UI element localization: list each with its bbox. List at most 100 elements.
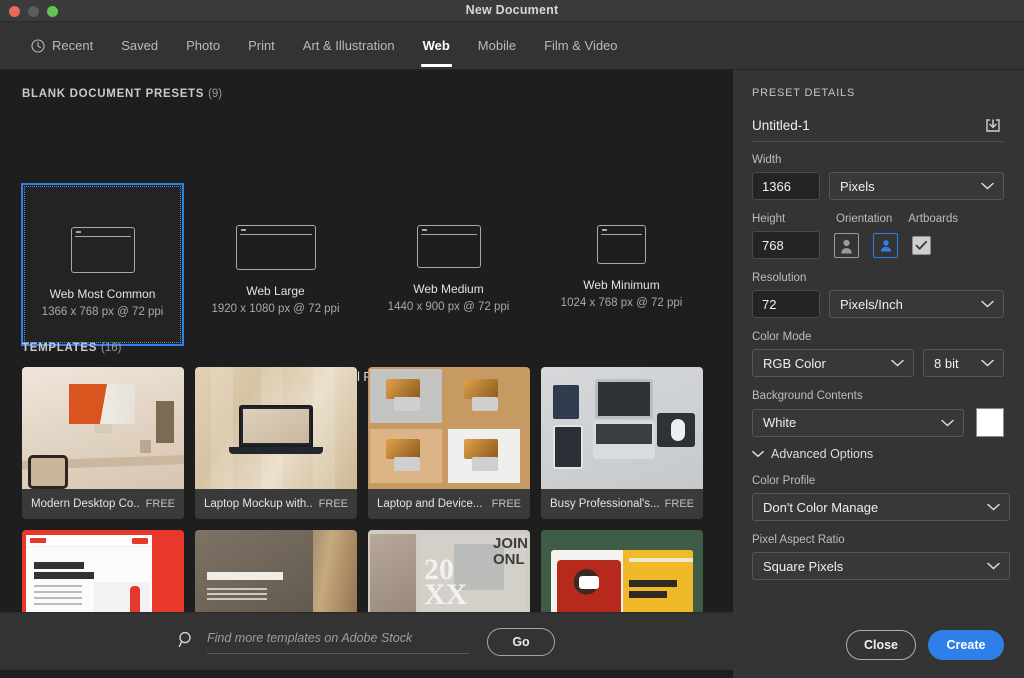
- tab-mobile[interactable]: Mobile: [464, 22, 530, 70]
- close-button[interactable]: Close: [846, 630, 916, 660]
- background-contents-label: Background Contents: [752, 390, 863, 402]
- chevron-down-icon: [981, 182, 994, 190]
- orientation-label: Orientation: [836, 213, 893, 225]
- height-controls: [752, 231, 1004, 259]
- portrait-orientation-button[interactable]: [834, 232, 859, 258]
- go-button[interactable]: Go: [487, 627, 555, 656]
- templates-heading: TEMPLATES (16): [22, 342, 121, 354]
- resolution-unit-select[interactable]: Pixels/Inch: [829, 290, 1004, 318]
- color-profile-value: Don't Color Manage: [763, 499, 879, 515]
- browser-window-icon: [70, 227, 135, 273]
- template-caption: Modern Desktop Co... FREE: [22, 489, 184, 519]
- pixel-aspect-ratio-select[interactable]: Square Pixels: [752, 552, 1010, 580]
- chevron-down-icon: [981, 300, 994, 308]
- template-card[interactable]: [195, 530, 357, 612]
- tab-label: Print: [248, 38, 275, 53]
- chevron-down-icon: [987, 562, 1000, 570]
- tab-print[interactable]: Print: [234, 22, 289, 70]
- template-card[interactable]: 20XX JOINONL www.example.comexample.com: [368, 530, 530, 612]
- template-card[interactable]: [541, 530, 703, 612]
- advanced-options-toggle[interactable]: Advanced Options: [752, 447, 873, 461]
- resolution-controls: Pixels/Inch: [752, 290, 1004, 318]
- resolution-input[interactable]: [752, 290, 820, 318]
- template-thumbnail: [541, 530, 703, 612]
- chevron-down-icon: [891, 359, 904, 367]
- template-thumbnail: [22, 530, 184, 612]
- artboards-label: Artboards: [908, 213, 959, 225]
- bit-depth-select[interactable]: 8 bit: [923, 349, 1004, 377]
- preset-card-web-most-common[interactable]: Web Most Common 1366 x 768 px @ 72 ppi: [21, 183, 184, 346]
- save-preset-icon[interactable]: [982, 115, 1004, 137]
- preset-card-web-large[interactable]: Web Large 1920 x 1080 px @ 72 ppi: [194, 183, 357, 346]
- template-card[interactable]: Laptop and Device... FREE: [368, 367, 530, 519]
- landscape-orientation-button[interactable]: [873, 232, 898, 258]
- preset-card-web-medium[interactable]: Web Medium 1440 x 900 px @ 72 ppi: [367, 183, 530, 346]
- template-caption: Laptop and Device... FREE: [368, 489, 530, 519]
- preset-size: 1440 x 900 px @ 72 ppi: [387, 301, 510, 313]
- window-title: New Document: [465, 3, 559, 17]
- color-mode-row: Color Mode RGB Color 8 bit: [752, 331, 1004, 377]
- width-unit-select[interactable]: Pixels: [829, 172, 1004, 200]
- tab-label: Saved: [121, 38, 159, 53]
- preset-card-web-minimum[interactable]: Web Minimum 1024 x 768 px @ 72 ppi: [540, 183, 703, 346]
- template-title: Busy Professional's...: [550, 498, 659, 510]
- template-badge: FREE: [145, 498, 175, 510]
- preset-list: Web Most Common 1366 x 768 px @ 72 ppi W…: [21, 183, 713, 346]
- background-contents-controls: White: [752, 408, 1004, 437]
- create-button[interactable]: Create: [928, 630, 1004, 660]
- blank-document-presets-heading: BLANK DOCUMENT PRESETS (9): [22, 88, 222, 100]
- color-profile-row: Color Profile Don't Color Manage: [752, 475, 1010, 521]
- tab-label: Recent: [52, 38, 94, 53]
- content-scrollbar-track[interactable]: [719, 76, 729, 612]
- template-card[interactable]: Busy Professional's... FREE: [541, 367, 703, 519]
- artboards-checkbox[interactable]: [912, 235, 931, 255]
- template-badge: FREE: [664, 498, 694, 510]
- color-profile-select[interactable]: Don't Color Manage: [752, 493, 1010, 521]
- tab-saved[interactable]: Saved: [107, 22, 172, 70]
- tab-photo[interactable]: Photo: [172, 22, 234, 70]
- tab-web[interactable]: Web: [409, 22, 464, 70]
- preset-name: Web Medium: [413, 282, 484, 296]
- color-mode-controls: RGB Color 8 bit: [752, 349, 1004, 377]
- document-name-input[interactable]: [752, 118, 982, 133]
- browser-window-icon: [235, 225, 316, 270]
- template-title: Modern Desktop Co...: [31, 498, 140, 510]
- search-icon: [178, 631, 195, 653]
- bit-depth-value: 8 bit: [934, 355, 959, 371]
- color-mode-select[interactable]: RGB Color: [752, 349, 914, 377]
- template-badge: FREE: [318, 498, 348, 510]
- template-card[interactable]: Modern Desktop Co... FREE: [22, 367, 184, 519]
- background-color-swatch[interactable]: [975, 408, 1004, 437]
- stock-search-input[interactable]: [207, 631, 469, 645]
- preset-size: 1366 x 768 px @ 72 ppi: [41, 306, 164, 318]
- width-input[interactable]: [752, 172, 820, 200]
- width-unit-value: Pixels: [840, 178, 875, 194]
- dialog-footer: Close Create: [733, 612, 1024, 678]
- background-contents-select[interactable]: White: [752, 408, 964, 437]
- chevron-down-icon: [752, 447, 764, 461]
- tab-art-illustration[interactable]: Art & Illustration: [289, 22, 409, 70]
- template-title: Laptop and Device...: [377, 498, 483, 510]
- preset-details-heading: PRESET DETAILS: [752, 87, 856, 99]
- template-thumbnail: 20XX JOINONL www.example.comexample.com: [368, 530, 530, 612]
- color-mode-value: RGB Color: [763, 355, 826, 371]
- tab-film-video[interactable]: Film & Video: [530, 22, 631, 70]
- template-thumbnail: [195, 367, 357, 489]
- tab-label: Web: [422, 38, 450, 53]
- tab-label: Art & Illustration: [302, 38, 395, 53]
- template-caption: Busy Professional's... FREE: [541, 489, 703, 519]
- advanced-options-label: Advanced Options: [771, 447, 874, 461]
- template-card[interactable]: [22, 530, 184, 612]
- template-thumbnail: [195, 530, 357, 612]
- resolution-unit-value: Pixels/Inch: [840, 296, 903, 312]
- chevron-down-icon: [981, 359, 994, 367]
- width-label: Width: [752, 154, 782, 166]
- tab-label: Mobile: [477, 38, 517, 53]
- tab-recent[interactable]: Recent: [17, 22, 107, 70]
- template-card[interactable]: Laptop Mockup with... FREE: [195, 367, 357, 519]
- color-mode-label: Color Mode: [752, 331, 812, 343]
- height-input[interactable]: [752, 231, 820, 259]
- resolution-label: Resolution: [752, 272, 807, 284]
- height-row: Height Orientation Artboards: [752, 213, 1004, 259]
- clock-icon: [31, 38, 45, 53]
